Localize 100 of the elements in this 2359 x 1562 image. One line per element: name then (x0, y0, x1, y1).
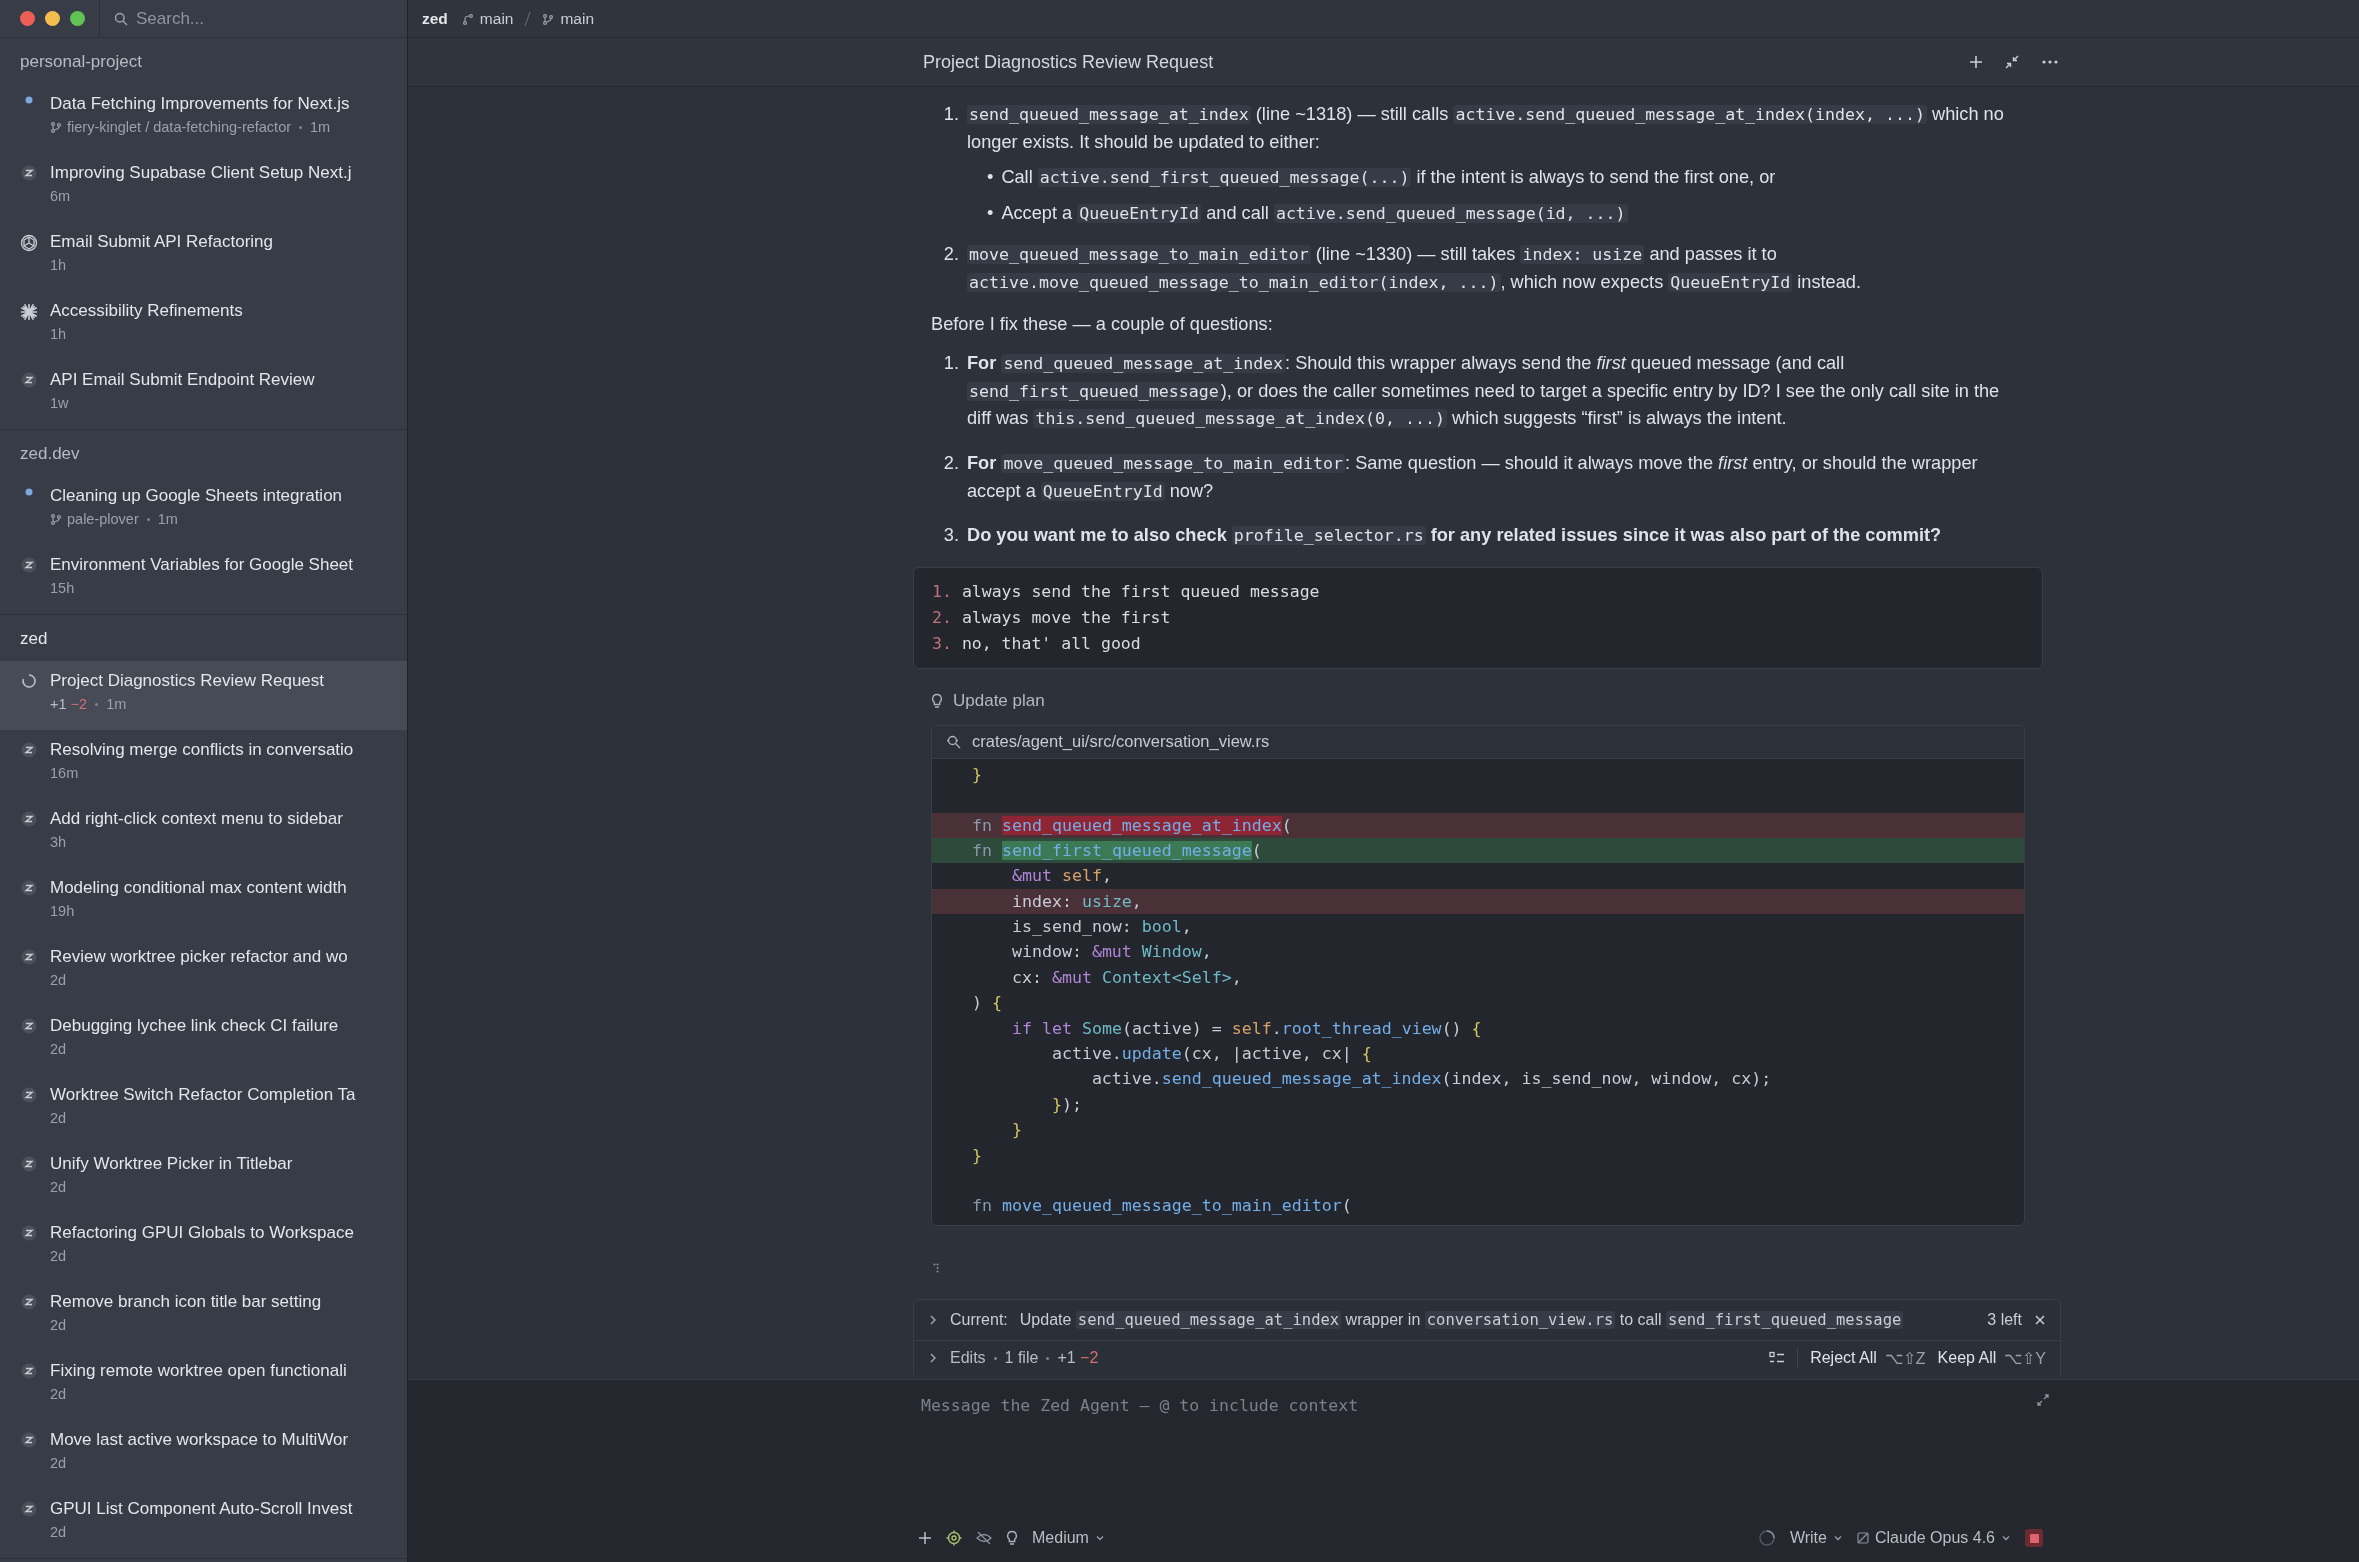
thread-item[interactable]: Fixing remote worktree open functionali 2d (0, 1351, 407, 1420)
list-item-text: Accept a QueueEntryId and call active.send_queued_message(id, ...) (1001, 201, 1628, 225)
thread-title: Accessibility Refinements (50, 300, 243, 322)
thread-item[interactable]: Resolving merge conflicts in conversatio 16m (0, 730, 407, 799)
thread-item[interactable]: Email Submit API Refactoring 1h (0, 222, 407, 291)
thread-item[interactable]: Remove branch icon title bar setting 2d (0, 1282, 407, 1351)
thread-title: Remove branch icon title bar setting (50, 1291, 322, 1313)
plus-icon[interactable] (1969, 55, 1983, 69)
expand-icon[interactable] (2037, 1394, 2049, 1406)
thread-item[interactable]: Cleaning up Google Sheets integration pale-plover 1m (0, 476, 407, 545)
list-item-text: For send_queued_message_at_index: Should this wrapper always send the first queued message (and call send_first_queued_message), or does the caller sometimes need to target a specific entry by ID? I see the only call site in the diff was this.send_queued_message_at_index(0, ...) which suggests “first” is always the intent. (967, 352, 2001, 431)
spinner-icon (1757, 1529, 1776, 1547)
message-input[interactable]: Message the Zed Agent — @ to include context (913, 1392, 2029, 1460)
zigzag-icon (21, 1156, 37, 1172)
thread-title: API Email Submit Endpoint Review (50, 369, 315, 391)
current-step-text: Update send_queued_message_at_index wrapper in conversation_view.rs to call send_first_queued_message (1019, 1311, 1904, 1329)
branch-icon (50, 513, 62, 525)
thread-title: Unify Worktree Picker in Titlebar (50, 1153, 293, 1175)
list-number: 1. (943, 352, 959, 376)
chevron-down-icon (1094, 1533, 1105, 1543)
code-line: }); (1050, 1093, 1083, 1116)
thread-item[interactable]: Data Fetching Improvements for Next.js fiery-kinglet / data-fetching-refactor 1m (0, 84, 407, 153)
close-icon (2034, 1314, 2046, 1326)
thread-time: 3h (50, 833, 67, 852)
thread-item[interactable]: Accessibility Refinements 1h (0, 291, 407, 360)
drag-handle-icon[interactable] (933, 1263, 939, 1273)
list-item-text: For move_queued_message_to_main_editor: Same question — should it always move the first entry, or should the wrapper accept a QueueEntryId now? (967, 451, 1979, 503)
branch-name[interactable]: main (479, 9, 514, 28)
zigzag-icon (21, 811, 37, 827)
model-icon (1856, 1532, 1869, 1544)
thread-time: 2d (50, 1178, 67, 1197)
thread-title: Worktree Switch Refactor Completion Ta (50, 1084, 356, 1106)
thread-item[interactable]: Improving Supabase Client Setup Next.j 6m (0, 153, 407, 222)
file-path[interactable]: crates/agent_ui/src/conversation_view.rs (972, 732, 1270, 752)
thread-time: 1h (50, 256, 67, 275)
edit-action-button[interactable]: Keep All ⌥⇧Y (1937, 1348, 2046, 1368)
effort-dropdown[interactable]: Medium (1032, 1529, 1105, 1547)
thread-item[interactable]: Add right-click context menu to sidebar 3h (0, 799, 407, 868)
thread-time: 1h (50, 325, 67, 344)
zigzag-icon (21, 742, 37, 758)
thread-time: 2d (50, 1385, 67, 1404)
starburst-icon (20, 303, 38, 321)
dot-icon (25, 488, 33, 496)
lightbulb-icon (931, 692, 943, 709)
code-line: ) { (971, 992, 1003, 1015)
code-line: } (1010, 1119, 1023, 1142)
project-header[interactable]: personal-project (0, 38, 407, 84)
code-line: } (971, 1144, 983, 1167)
thread-time: 2d (50, 1523, 67, 1542)
thread-item[interactable]: Environment Variables for Google Sheet 15h (0, 545, 407, 614)
file-count: 1 file (1004, 1349, 1039, 1367)
stop-button[interactable] (2025, 1529, 2043, 1547)
thread-time: 1m (157, 510, 178, 529)
worktree-icon (461, 12, 474, 25)
zigzag-icon (21, 1432, 37, 1448)
target-icon[interactable] (946, 1530, 962, 1546)
chevron-right-icon[interactable] (928, 1352, 938, 1364)
list-number: 2. (943, 243, 959, 267)
knot-icon (20, 234, 38, 252)
thread-time: 2d (50, 1109, 67, 1128)
search-field[interactable]: Search... (136, 8, 356, 29)
thread-item[interactable]: GPUI List Component Auto-Scroll Invest 2d (0, 1489, 407, 1558)
thread-item[interactable]: Review worktree picker refactor and wo 2d (0, 937, 407, 1006)
thread-time: 2d (50, 1040, 67, 1059)
thread-time: 2d (50, 1247, 67, 1266)
plus-icon[interactable] (918, 1531, 932, 1545)
thread-item[interactable]: Refactoring GPUI Globals to Workspace 2d (0, 1213, 407, 1282)
edit-action-button[interactable]: Reject All ⌥⇧Z (1810, 1348, 1926, 1368)
thread-item[interactable]: Project Diagnostics Review Request +1 −2 1m (0, 661, 407, 730)
zoom-button[interactable] (70, 11, 85, 26)
project-header[interactable]: zed (0, 615, 407, 661)
project-header[interactable]: zed.dev (0, 430, 407, 476)
more-icon[interactable] (2041, 59, 2059, 65)
thread-item[interactable]: Modeling conditional max content width 19h (0, 868, 407, 937)
collapse-icon[interactable] (2005, 55, 2019, 69)
thread-item[interactable]: Worktree Switch Refactor Completion Ta 2d (0, 1075, 407, 1144)
model-dropdown[interactable]: Claude Opus 4.6 (1856, 1529, 2011, 1547)
message-line: always move the first (961, 606, 1171, 629)
chevron-down-icon (1832, 1533, 1843, 1543)
chevron-down-icon (2001, 1533, 2011, 1543)
list-item-text: Do you want me to also check profile_selector.rs for any related issues since it was also part of the commit? (967, 524, 1942, 548)
zigzag-icon (21, 1087, 37, 1103)
eye-off-icon[interactable] (976, 1530, 992, 1546)
thread-item[interactable]: Move last active workspace to MultiWor 2d (0, 1420, 407, 1489)
chevron-right-icon[interactable] (928, 1314, 938, 1326)
review-list-icon[interactable] (1769, 1351, 1786, 1365)
lightbulb-icon[interactable] (1006, 1530, 1018, 1546)
branch-name[interactable]: main (560, 9, 595, 28)
tool-call-label: Update plan (953, 690, 1045, 711)
code-line: active.send_queued_message_at_index(index, is_send_now, window, cx); (1090, 1068, 1773, 1091)
minimize-button[interactable] (45, 11, 60, 26)
mode-dropdown[interactable]: Write (1789, 1529, 1843, 1547)
project-name[interactable]: zed (422, 9, 448, 28)
thread-time: 2d (50, 971, 67, 990)
close-button[interactable] (2034, 1314, 2046, 1326)
thread-item[interactable]: Unify Worktree Picker in Titlebar 2d (0, 1144, 407, 1213)
thread-time: 1m (310, 118, 331, 137)
zigzag-icon (21, 1225, 37, 1241)
thread-item[interactable]: API Email Submit Endpoint Review 1w (0, 360, 407, 429)
thread-item[interactable]: Debugging lychee link check CI failure 2d (0, 1006, 407, 1075)
